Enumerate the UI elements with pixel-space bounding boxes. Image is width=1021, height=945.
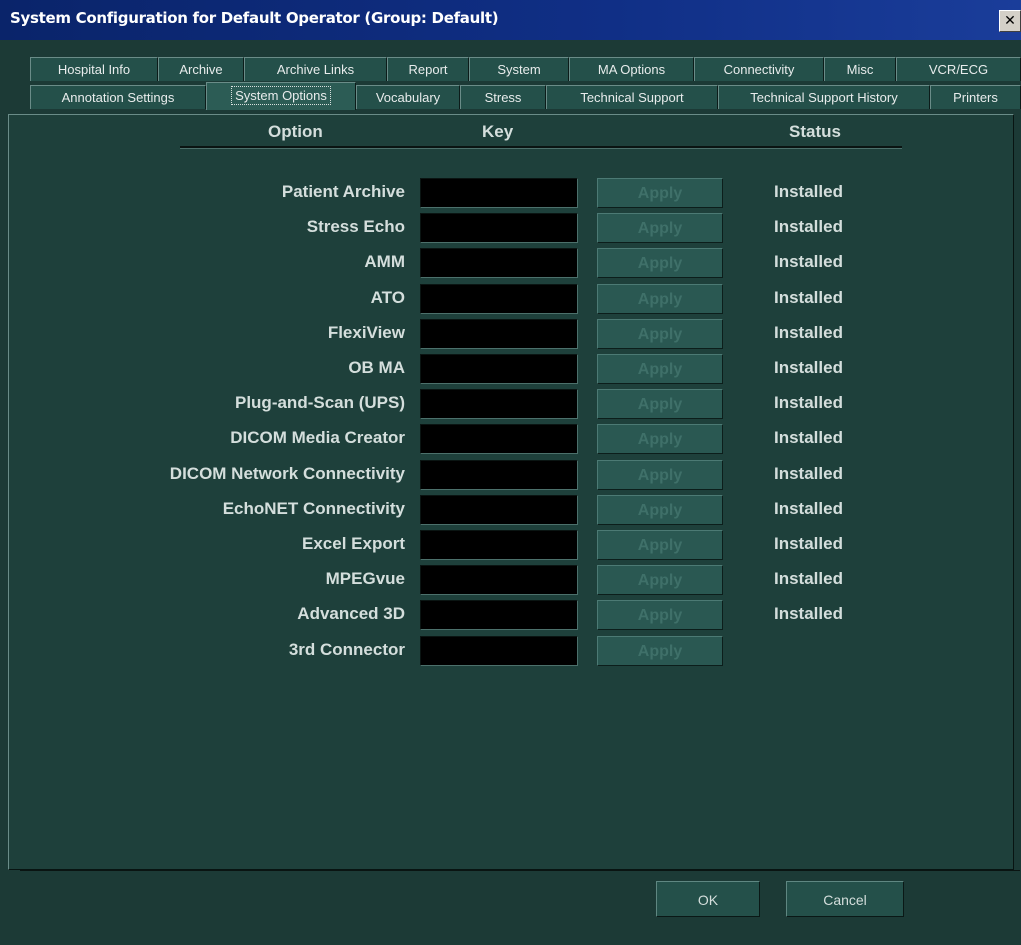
- option-status: Installed: [774, 604, 843, 624]
- tab-archive-links[interactable]: Archive Links: [244, 57, 387, 81]
- option-label: Plug-and-Scan (UPS): [234, 393, 405, 413]
- tab-misc[interactable]: Misc: [824, 57, 896, 81]
- option-label: Patient Archive: [281, 182, 405, 201]
- option-label: Stress Echo: [306, 217, 405, 237]
- option-status: Installed: [774, 534, 843, 553]
- tab-label: Report: [408, 62, 448, 77]
- option-key-input[interactable]: [420, 354, 578, 384]
- apply-button[interactable]: Apply: [597, 389, 723, 420]
- apply-button[interactable]: Apply: [597, 213, 723, 244]
- option-key-input[interactable]: [420, 283, 578, 314]
- apply-button[interactable]: Apply: [597, 354, 723, 384]
- option-label: FlexiView: [327, 322, 405, 342]
- ok-button[interactable]: OK: [656, 881, 760, 917]
- tab-label: Printers: [953, 90, 998, 105]
- apply-button[interactable]: Apply: [597, 565, 723, 596]
- option-label: DICOM Network Connectivity: [169, 463, 405, 483]
- tab-label: System: [497, 62, 541, 77]
- tab-ma-options[interactable]: MA Options: [569, 57, 694, 81]
- window-title: System Configuration for Default Operato…: [10, 9, 499, 27]
- tab-annotation-settings[interactable]: Annotation Settings: [30, 85, 206, 109]
- option-label: 3rd Connector: [288, 639, 405, 659]
- option-status: Installed: [774, 287, 843, 307]
- tab-printers[interactable]: Printers: [930, 85, 1021, 109]
- option-status: Installed: [774, 463, 843, 483]
- tab-hospital-info[interactable]: Hospital Info: [30, 57, 158, 81]
- option-label: Advanced 3D: [297, 604, 405, 624]
- tab-label: Annotation Settings: [61, 90, 175, 105]
- option-label: OB MA: [348, 358, 405, 377]
- option-status: Installed: [774, 358, 843, 377]
- option-key-input[interactable]: [420, 213, 578, 244]
- option-status: Installed: [774, 569, 843, 589]
- apply-button[interactable]: Apply: [597, 424, 723, 455]
- tab-label: Archive: [179, 62, 223, 77]
- tab-label: Misc: [846, 62, 874, 77]
- tab-label: Archive Links: [276, 62, 355, 77]
- tab-label: Stress: [484, 90, 522, 105]
- apply-button[interactable]: Apply: [597, 600, 723, 631]
- option-key-input[interactable]: [420, 459, 578, 490]
- tab-connectivity[interactable]: Connectivity: [694, 57, 824, 81]
- tab-report[interactable]: Report: [387, 57, 469, 81]
- option-status: Installed: [774, 393, 843, 413]
- tab-vcr-ecg[interactable]: VCR/ECG: [896, 57, 1021, 81]
- tab-technical-support[interactable]: Technical Support: [546, 85, 718, 109]
- tab-technical-support-history[interactable]: Technical Support History: [718, 85, 930, 109]
- option-key-input[interactable]: [420, 248, 578, 279]
- option-status: Installed: [774, 182, 843, 201]
- apply-button[interactable]: Apply: [597, 530, 723, 560]
- option-label: DICOM Media Creator: [230, 428, 405, 448]
- tab-system[interactable]: System: [469, 57, 569, 81]
- tab-label: System Options: [231, 86, 331, 105]
- tab-vocabulary[interactable]: Vocabulary: [356, 85, 460, 109]
- option-key-input[interactable]: [420, 565, 578, 596]
- tab-label: Vocabulary: [375, 90, 441, 105]
- option-key-input[interactable]: [420, 635, 578, 666]
- tab-row-2: Annotation Settings System Options Vocabul…: [0, 82, 1021, 110]
- option-key-input[interactable]: [420, 389, 578, 420]
- option-key-input[interactable]: [420, 424, 578, 455]
- option-key-input[interactable]: [420, 178, 578, 208]
- title-bar: System Configuration for Default Operato…: [0, 0, 1021, 40]
- option-key-input[interactable]: [420, 600, 578, 631]
- option-label: ATO: [370, 287, 405, 307]
- apply-button[interactable]: Apply: [597, 248, 723, 279]
- option-label: MPEGvue: [325, 569, 405, 589]
- option-label: AMM: [364, 252, 405, 272]
- option-status: Installed: [774, 322, 843, 342]
- tab-label: Connectivity: [723, 62, 795, 77]
- column-header-status: Status: [789, 122, 841, 141]
- column-header-key: Key: [482, 122, 514, 141]
- tab-stress[interactable]: Stress: [460, 85, 546, 109]
- header-divider: [180, 146, 902, 149]
- option-label: EchoNET Connectivity: [222, 498, 405, 518]
- footer-divider: [20, 870, 1020, 871]
- option-label: Excel Export: [302, 534, 405, 553]
- tab-label: MA Options: [597, 62, 666, 77]
- tab-system-options[interactable]: System Options: [206, 82, 356, 110]
- apply-button[interactable]: Apply: [597, 494, 723, 525]
- option-status: Installed: [774, 428, 843, 448]
- option-status: Installed: [774, 498, 843, 518]
- close-button[interactable]: ✕: [999, 10, 1021, 32]
- cancel-button[interactable]: Cancel: [786, 881, 904, 917]
- option-key-input[interactable]: [420, 318, 578, 349]
- apply-button[interactable]: Apply: [597, 318, 723, 349]
- option-key-input[interactable]: [420, 494, 578, 525]
- option-status: Installed: [774, 217, 843, 237]
- tab-label: VCR/ECG: [928, 62, 989, 77]
- option-key-input[interactable]: [420, 530, 578, 560]
- tab-label: Technical Support History: [750, 90, 898, 105]
- tab-row-1: Hospital Info Archive Archive Links Report S…: [0, 57, 1021, 81]
- tab-label: Hospital Info: [57, 62, 131, 77]
- tab-archive[interactable]: Archive: [158, 57, 244, 81]
- column-header-option: Option: [268, 122, 323, 141]
- apply-button[interactable]: Apply: [597, 283, 723, 314]
- apply-button[interactable]: Apply: [597, 459, 723, 490]
- tab-label: Technical Support: [580, 90, 684, 105]
- apply-button[interactable]: Apply: [597, 178, 723, 208]
- option-status: Installed: [774, 252, 843, 272]
- apply-button[interactable]: Apply: [597, 635, 723, 666]
